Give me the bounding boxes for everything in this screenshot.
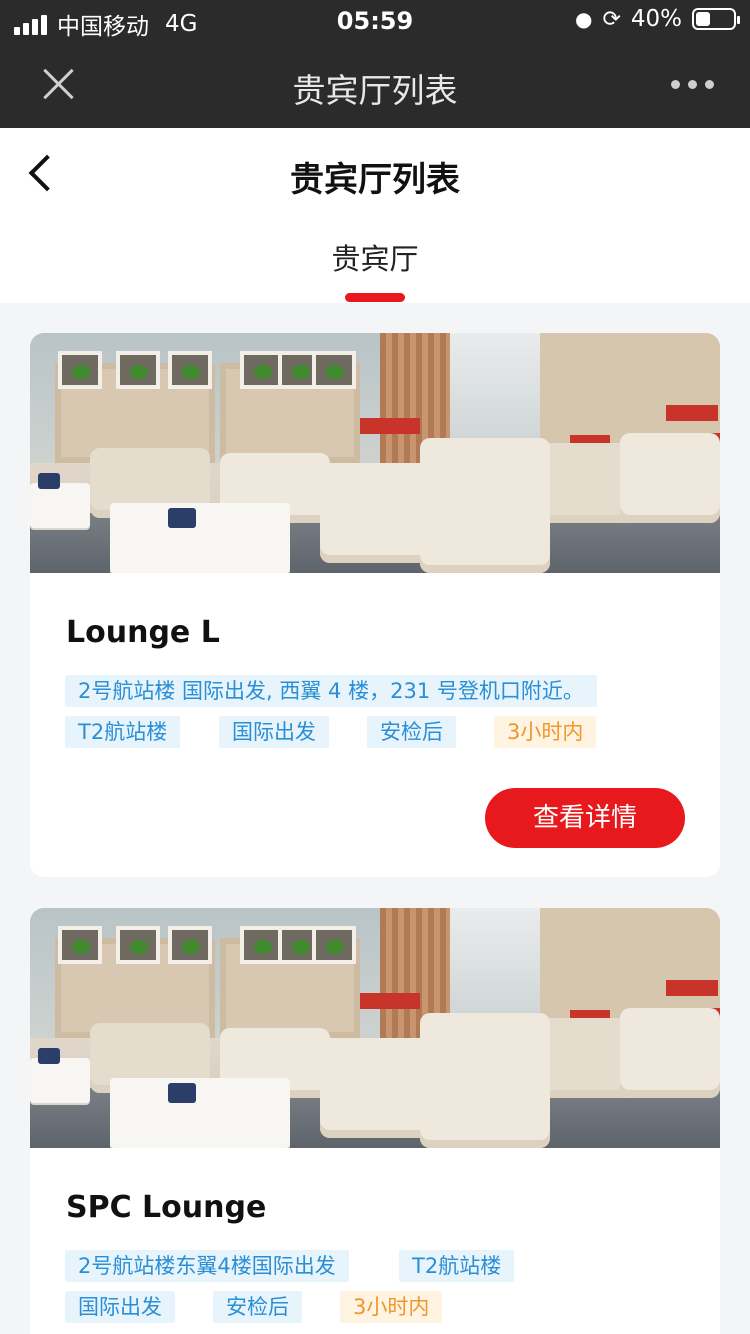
tag-security: 安检后 <box>367 716 456 748</box>
tag-location: 2号航站楼 国际出发, 西翼 4 楼，231 号登机口附近。 <box>65 675 597 707</box>
page-title: 贵宾厅列表 <box>290 160 460 200</box>
lounge-name: SPC Lounge <box>66 1190 267 1225</box>
lounge-photo <box>30 908 720 1148</box>
more-icon[interactable] <box>671 80 714 89</box>
wechat-title-bar: 贵宾厅列表 <box>0 42 750 128</box>
lounge-name: Lounge L <box>66 615 220 650</box>
view-details-button[interactable]: 查看详情 <box>485 788 685 848</box>
tag-duration: 3小时内 <box>494 716 597 748</box>
rotation-lock-icon: ⟳ <box>602 6 621 32</box>
lounge-card[interactable]: SPC Lounge 2号航站楼东翼4楼国际出发 T2航站楼 国际出发 安检后 … <box>30 908 720 1334</box>
battery-fill <box>696 12 711 26</box>
tag-duration: 3小时内 <box>340 1291 443 1323</box>
wechat-title: 贵宾厅列表 <box>292 71 458 110</box>
tag-location: 2号航站楼东翼4楼国际出发 <box>65 1250 349 1282</box>
tab-lounge[interactable]: 贵宾厅 <box>0 236 750 278</box>
battery-percent: 40% <box>630 6 682 32</box>
tag-terminal: T2航站楼 <box>399 1250 515 1282</box>
status-bar: 中国移动 4G 05:59 ● ⟳ 40% <box>0 0 750 42</box>
tag-terminal: T2航站楼 <box>65 716 181 748</box>
tag-departure: 国际出发 <box>65 1291 175 1323</box>
tag-security: 安检后 <box>213 1291 302 1323</box>
battery-icon <box>692 8 740 30</box>
tab-indicator <box>345 293 405 302</box>
lounge-card[interactable]: Lounge L 2号航站楼 国际出发, 西翼 4 楼，231 号登机口附近。 … <box>30 333 720 877</box>
person-icon: ● <box>574 7 593 31</box>
lounge-photo <box>30 333 720 573</box>
status-right: ● ⟳ 40% <box>574 6 740 32</box>
page-header: 贵宾厅列表 贵宾厅 <box>0 128 750 303</box>
tag-departure: 国际出发 <box>219 716 329 748</box>
